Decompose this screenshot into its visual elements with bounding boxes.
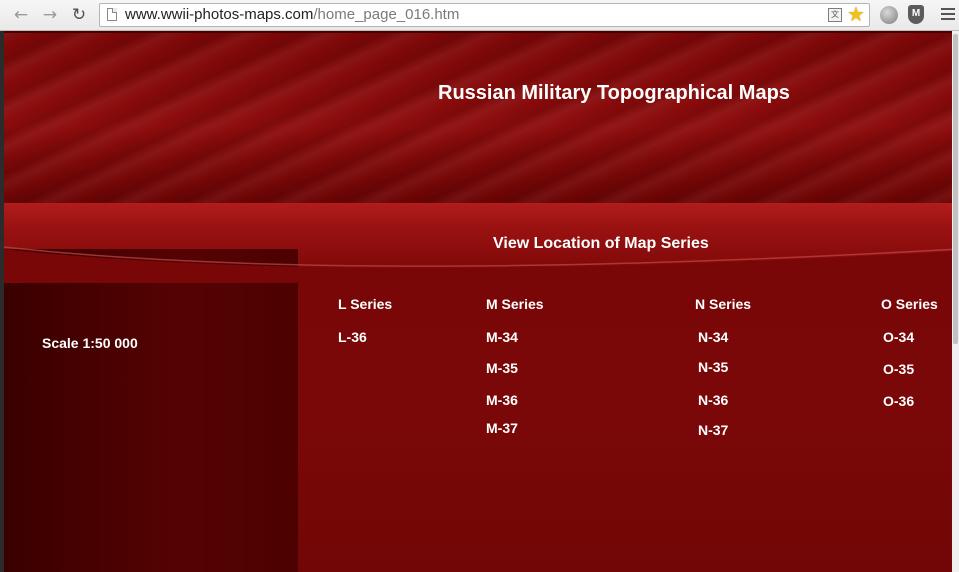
map-link-o-35[interactable]: O-35	[883, 361, 914, 377]
map-link-n-36[interactable]: N-36	[698, 392, 728, 408]
url-host: www.wwii-photos-maps.com	[125, 6, 314, 23]
map-link-o-36[interactable]: O-36	[883, 393, 914, 409]
forward-arrow-icon[interactable]: →	[39, 5, 61, 25]
shield-extension-icon[interactable]: M	[908, 5, 924, 24]
n-series-header: N Series	[695, 296, 752, 312]
back-arrow-icon[interactable]: ←	[10, 5, 32, 25]
vertical-scrollbar[interactable]	[952, 31, 959, 572]
m-series-header: M Series	[486, 296, 544, 312]
map-link-m-34[interactable]: M-34	[486, 329, 518, 345]
page-title: Russian Military Topographical Maps	[438, 82, 790, 104]
o-series-header: O Series	[881, 296, 938, 312]
browser-toolbar: ← → ↻ www.wwii-photos-maps.com/home_page…	[0, 0, 959, 31]
map-link-m-36[interactable]: M-36	[486, 392, 518, 408]
page-icon	[107, 8, 117, 21]
hamburger-menu-icon[interactable]	[941, 8, 955, 23]
map-link-m-35[interactable]: M-35	[486, 360, 518, 376]
map-link-m-37[interactable]: M-37	[486, 420, 518, 436]
map-link-l-36[interactable]: L-36	[338, 329, 367, 345]
url-path: /home_page_016.htm	[313, 6, 460, 23]
l-series-header: L Series	[338, 296, 393, 312]
map-link-n-35[interactable]: N-35	[698, 359, 728, 375]
sidebar: Scale 1:50 000	[4, 249, 298, 572]
map-link-n-37[interactable]: N-37	[698, 422, 728, 438]
page-content: Russian Military Topographical Maps View…	[4, 31, 959, 572]
map-link-n-34[interactable]: N-34	[698, 329, 728, 345]
series-table: L Series L-36 M Series M-34 M-35 M-36 M-…	[298, 273, 959, 572]
star-icon[interactable]: ★	[847, 3, 865, 25]
scale-label: Scale 1:50 000	[42, 335, 138, 351]
url-text[interactable]: www.wwii-photos-maps.com/home_page_016.h…	[125, 6, 459, 24]
reload-icon[interactable]: ↻	[68, 5, 90, 25]
scrollbar-thumb[interactable]	[953, 34, 958, 344]
header-banner: Russian Military Topographical Maps	[4, 31, 959, 203]
address-bar[interactable]: www.wwii-photos-maps.com/home_page_016.h…	[99, 3, 870, 27]
translate-icon[interactable]: 文	[828, 8, 842, 22]
map-link-o-34[interactable]: O-34	[883, 329, 914, 345]
extension-circle-icon[interactable]	[880, 6, 898, 24]
